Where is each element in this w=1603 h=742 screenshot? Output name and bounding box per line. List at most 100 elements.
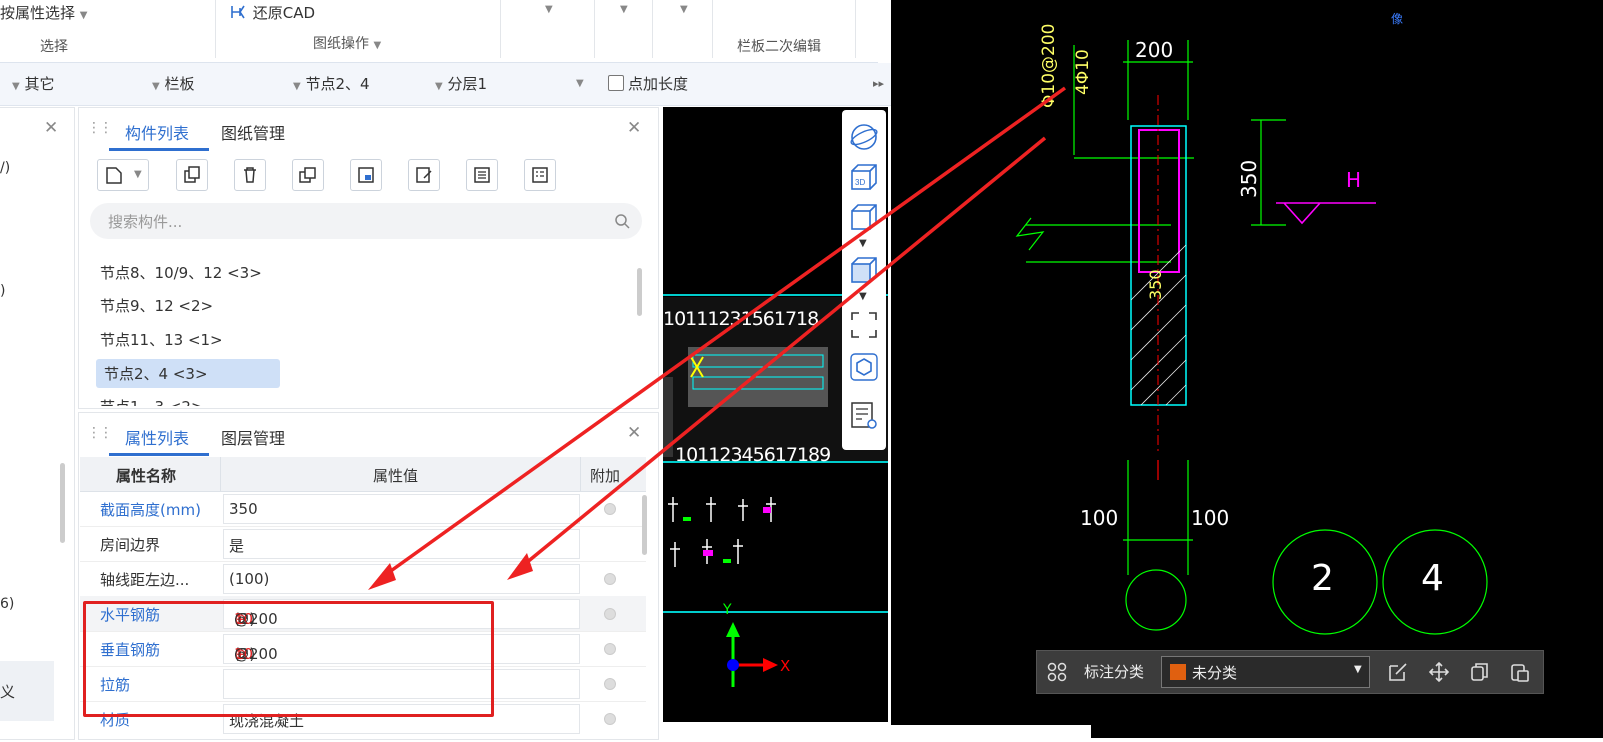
layer-dropdown-arrow-icon[interactable]: ▼ [576,78,584,89]
category-label: 标注分类 [1084,663,1145,681]
layer-copy-icon [299,167,316,183]
category-dropdown[interactable]: 未分类 ▼ [1161,656,1370,688]
list-item-selected[interactable]: 节点2、4 <3> [96,359,280,388]
list-item[interactable]: 节点9、12 <2> [100,295,213,316]
layer-copy-button[interactable] [292,159,324,191]
list-icon [474,167,490,183]
property-value-field[interactable]: (100) [223,564,580,594]
extra-checkbox[interactable] [604,643,616,655]
ribbon-divider [594,0,595,58]
table-row: 房间边界 是 [80,526,646,562]
dropdown-arrow-icon[interactable]: ▼ [620,4,628,15]
cad-detail-drawing [1015,40,1488,635]
search-input[interactable]: 搜索构件... [90,203,642,239]
list-view-button[interactable] [466,159,498,191]
tab-drawing-manage[interactable]: 图纸管理 [221,120,285,144]
left-panel-fragment: 6) [0,596,15,612]
tab-layer-manage[interactable]: 图层管理 [221,425,285,449]
close-icon[interactable]: ✕ [627,118,641,138]
node-label: 2 [1311,558,1334,599]
node-selector[interactable]: ▼ 节点2、4 [293,73,370,94]
restore-cad-button[interactable]: 还原CAD [230,2,315,23]
search-icon [615,214,630,229]
group-drawing-ops-label[interactable]: 图纸操作 ▼ [313,33,381,53]
ribbon: 按属性选择 ▼ 选择 还原CAD 图纸操作 ▼ ▼ ▼ ▼ 栏板二次编辑 [0,0,878,63]
extra-checkbox[interactable] [604,608,616,620]
cad-detail-view[interactable]: 200 Φ10@200 4Φ10 350 350 H 100 100 2 4 像 [891,0,1603,738]
move-icon[interactable] [1428,661,1450,683]
layer-visibility-icon[interactable] [849,400,879,430]
property-view-button[interactable] [524,159,556,191]
extra-checkbox[interactable] [604,573,616,585]
add-length-checkbox[interactable]: 点加长度 [608,73,688,94]
extra-checkbox[interactable] [604,713,616,725]
axis-y-label: Y [723,602,732,618]
drag-handle-icon[interactable]: ⋮⋮ [87,120,113,136]
active-tab-indicator [109,148,209,151]
restore-cad-icon [231,5,245,19]
view-solid-icon[interactable] [849,255,879,285]
list-item[interactable]: 节点8、10/9、12 <3> [100,262,262,283]
view-cube-icon[interactable] [849,202,879,232]
component-selector[interactable]: ▼ 栏板 [152,73,195,94]
dropdown-arrow-icon[interactable]: ▼ [680,4,688,15]
axis-x-label: X [780,657,791,675]
dim-height-right: 350 [1237,159,1261,198]
ribbon-divider [712,0,713,58]
category-color-swatch [1170,664,1186,680]
bottom-tab-strip[interactable] [891,725,1091,738]
view-toolbar: 3D ▼ ▼ [842,110,886,450]
scrollbar[interactable] [60,463,65,543]
copy-icon[interactable] [1469,661,1491,683]
close-icon[interactable]: ✕ [627,423,641,443]
copy-component-button[interactable] [176,159,208,191]
type-selector[interactable]: ▼ 其它 [12,73,55,94]
tab-component-list[interactable]: 构件列表 [125,120,189,144]
new-file-icon [106,167,122,184]
left-panel: ✕ /) ) 6) 义 [0,107,75,740]
rebar-count-label: 4Φ10 [1073,49,1093,95]
highlight-box [83,601,494,717]
collapse-handle[interactable] [663,377,673,457]
list-item[interactable]: 节点11、13 <1> [100,329,223,350]
isolate-icon[interactable] [849,352,879,382]
svg-text:3D: 3D [855,178,865,187]
more-icon[interactable]: ▸▸ [873,77,884,90]
property-value-field[interactable]: 350 [223,494,580,524]
delete-component-button[interactable] [234,159,266,191]
dropdown-arrow-icon[interactable]: ▼ [859,238,867,249]
selector-toolbar: ▼ 其它 ▼ 栏板 ▼ 节点2、4 ▼ 分层1 ▼ 点加长度 ▸▸ [0,63,900,106]
drag-handle-icon[interactable]: ⋮⋮ [87,425,113,441]
checkbox-icon[interactable] [608,75,624,91]
grid-icon[interactable] [1047,662,1067,682]
dim-width: 200 [1135,38,1174,62]
layer-selector[interactable]: ▼ 分层1 [435,73,487,94]
scrollbar[interactable] [637,268,642,316]
top-right-text: 像 [1391,12,1404,26]
extra-checkbox[interactable] [604,503,616,515]
dropdown-arrow-icon[interactable]: ▼ [859,291,867,302]
list-item-clipped[interactable]: 节点1、3 <2> [96,394,296,406]
table-icon [532,167,548,183]
view-3d-icon[interactable]: 3D [849,162,879,192]
fullscreen-icon[interactable] [849,310,879,340]
close-icon[interactable]: ✕ [44,118,58,138]
scrollbar[interactable] [642,495,647,555]
column-divider [580,457,581,491]
tab-property-list[interactable]: 属性列表 [125,425,189,449]
paste-icon[interactable] [1509,661,1531,683]
property-value-field[interactable]: 是 [223,529,580,559]
select-by-attr-button[interactable]: 按属性选择 ▼ [0,2,88,23]
extra-checkbox[interactable] [604,678,616,690]
new-component-button[interactable]: ▼ [97,159,149,191]
export-button[interactable] [350,159,382,191]
left-panel-selected[interactable]: 义 [0,661,54,721]
edit-icon[interactable] [1387,661,1409,683]
node-label: 4 [1421,558,1444,599]
column-header-extra: 附加 [590,467,621,485]
edit-button[interactable] [408,159,440,191]
orbit-icon[interactable] [849,122,879,152]
dropdown-arrow-icon[interactable]: ▼ [545,4,553,15]
elevation-mark: H [1346,168,1362,192]
ribbon-divider [215,0,216,58]
